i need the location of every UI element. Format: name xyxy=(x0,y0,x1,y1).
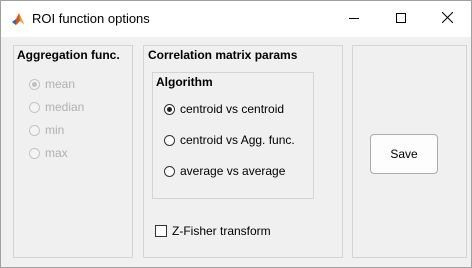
aggregation-option-label: min xyxy=(45,123,65,137)
save-button[interactable]: Save xyxy=(370,134,438,174)
algorithm-option-label: centroid vs centroid xyxy=(180,102,285,116)
aggregation-option-max[interactable]: max xyxy=(29,146,68,160)
algorithm-option-label: average vs average xyxy=(180,164,286,178)
aggregation-panel: Aggregation func. mean median min max xyxy=(13,45,133,258)
algorithm-option-label: centroid vs Agg. func. xyxy=(180,133,295,147)
close-button[interactable] xyxy=(424,1,470,37)
algorithm-option-centroid-agg[interactable]: centroid vs Agg. func. xyxy=(164,133,295,147)
algorithm-option-average-average[interactable]: average vs average xyxy=(164,164,285,178)
minimize-icon xyxy=(349,10,359,28)
aggregation-option-label: median xyxy=(45,100,85,114)
minimize-button[interactable] xyxy=(331,1,377,37)
matlab-icon xyxy=(11,12,25,26)
z-fisher-option[interactable]: Z-Fisher transform xyxy=(155,224,271,238)
correlation-title: Correlation matrix params xyxy=(148,48,298,62)
close-icon xyxy=(441,10,453,28)
radio-median[interactable] xyxy=(29,101,40,113)
aggregation-title: Aggregation func. xyxy=(17,48,120,62)
maximize-icon xyxy=(396,10,406,28)
roi-options-window: ROI function options Aggregation func. m… xyxy=(0,0,472,268)
radio-centroid-agg[interactable] xyxy=(164,134,175,146)
title-bar[interactable]: ROI function options xyxy=(1,1,471,37)
aggregation-option-label: mean xyxy=(45,77,76,91)
radio-max[interactable] xyxy=(29,147,40,159)
radio-centroid-centroid[interactable] xyxy=(164,103,175,115)
aggregation-option-median[interactable]: median xyxy=(29,100,84,114)
algorithm-panel: Algorithm centroid vs centroid centroid … xyxy=(152,72,314,199)
z-fisher-checkbox[interactable] xyxy=(155,225,167,237)
radio-mean[interactable] xyxy=(29,78,40,90)
maximize-button[interactable] xyxy=(378,1,424,37)
correlation-panel: Correlation matrix params Algorithm cent… xyxy=(143,45,343,258)
radio-min[interactable] xyxy=(29,124,40,136)
aggregation-option-min[interactable]: min xyxy=(29,123,64,137)
z-fisher-label: Z-Fisher transform xyxy=(172,224,271,238)
actions-panel: Save xyxy=(352,45,467,258)
algorithm-title: Algorithm xyxy=(156,75,213,89)
window-title: ROI function options xyxy=(32,11,150,26)
radio-average-average[interactable] xyxy=(164,165,175,177)
algorithm-option-centroid-centroid[interactable]: centroid vs centroid xyxy=(164,102,284,116)
aggregation-option-mean[interactable]: mean xyxy=(29,77,75,91)
dialog-content: Aggregation func. mean median min max Co… xyxy=(1,37,471,267)
aggregation-option-label: max xyxy=(45,146,68,160)
